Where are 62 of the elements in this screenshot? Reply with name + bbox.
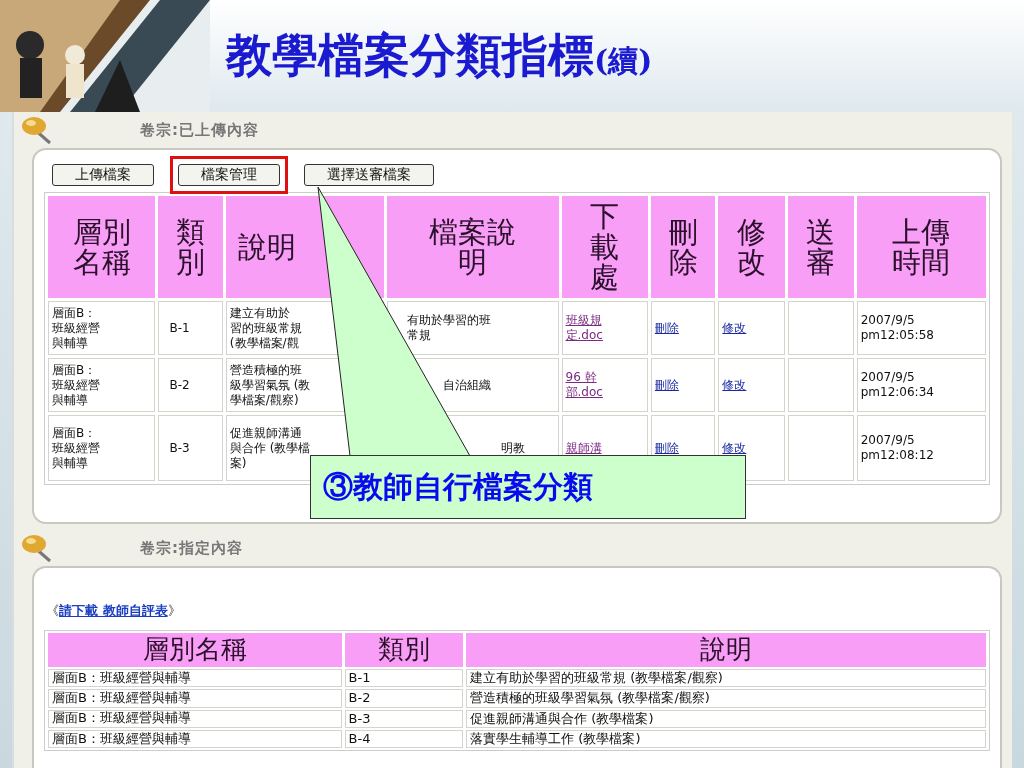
edit-link[interactable]: 修改 <box>722 320 747 336</box>
section-heading: 卷宗:指定內容 <box>140 538 243 558</box>
table-cell: 營造積極的班級學習氣氛 (教學檔案/觀察) <box>466 689 986 708</box>
file-link[interactable]: 親師溝 <box>565 440 606 456</box>
column-header: 類別 <box>175 216 207 278</box>
table-cell-text: 層面B：班級經營與輔導 <box>52 425 101 471</box>
column-header: 檔案說明 <box>428 216 518 278</box>
table-cell: 促進親師溝通與合作 (教學檔案) <box>466 709 986 728</box>
column-header: 下載處 <box>589 201 621 293</box>
callout-box: ③教師自行檔案分類 <box>310 455 746 519</box>
table-cell: 層面B：班級經營與輔導 <box>48 689 342 708</box>
table-cell: B-4 <box>344 729 464 748</box>
table-cell-text: 層面B：班級經營與輔導 <box>52 305 101 351</box>
table-cell: 層面B：班級經營與輔導 <box>48 669 342 688</box>
table-cell: 層面B：班級經營與輔導 <box>48 709 342 728</box>
section-heading: 卷宗:已上傳內容 <box>140 120 259 140</box>
table-cell-text: 2007/9/5 pm12:05:58 <box>860 313 935 343</box>
column-header: 層別名稱 <box>48 633 342 667</box>
toolbar-button[interactable]: 上傳檔案 <box>52 164 154 186</box>
toolbar-button[interactable]: 選擇送審檔案 <box>304 164 434 186</box>
table-cell: B-1 <box>344 669 464 688</box>
cell-text-line: (教學檔案/觀 <box>229 335 300 351</box>
table-cell: B-2 <box>158 358 223 412</box>
edit-link[interactable]: 修改 <box>722 440 747 456</box>
table-cell: 層面B：班級經營與輔導 <box>48 729 342 748</box>
cell-text-line: 常規 <box>406 328 432 343</box>
download-prompt: 《請下載 教師自評表》 <box>46 602 182 620</box>
delete-link[interactable]: 刪除 <box>654 377 679 393</box>
cell-text-line: 明教 <box>500 440 526 456</box>
table-cell: 落實學生輔導工作 (教學檔案) <box>466 729 986 748</box>
cell-text-line: 級學習氣氛 (教 <box>229 377 312 393</box>
cell-text-line: 促進親師溝通 <box>229 425 303 441</box>
column-header: 上傳時間 <box>891 216 952 278</box>
column-header: 送審 <box>805 216 837 278</box>
delete-link[interactable]: 刪除 <box>654 320 679 336</box>
cell-text-line: 營造積極的班 <box>229 362 303 378</box>
cell-text-line: 習的班級常規 <box>229 320 303 336</box>
column-header: 刪除 <box>667 216 699 278</box>
table-cell: B-3 <box>158 415 223 481</box>
table-cell-text: 2007/9/5 pm12:08:12 <box>860 433 935 463</box>
cell-text-line: 自治組織 <box>442 377 492 393</box>
column-header: 說明 <box>466 633 986 667</box>
delete-link[interactable]: 刪除 <box>654 440 679 456</box>
column-header: 修改 <box>735 216 767 278</box>
cell-text-line: 有助於學習的班 <box>406 313 492 328</box>
cell-text-line: 學檔案/觀察) <box>229 392 300 408</box>
table-cell-text: 層面B：班級經營與輔導 <box>52 362 101 408</box>
download-link[interactable]: 請下載 教師自評表 <box>59 603 168 618</box>
table-cell: B-3 <box>344 709 464 728</box>
column-header: 類別 <box>344 633 464 667</box>
slide-title: 教學檔案分類指標(續) <box>226 27 653 84</box>
column-header: 層別名稱 <box>71 216 132 278</box>
cell-text-line: 與合作 (教學檔 <box>229 440 312 456</box>
cell-text-line: 案) <box>229 455 248 471</box>
cell-text-line: 建立有助於 <box>229 305 291 321</box>
table-cell: 建立有助於學習的班級常規 (教學檔案/觀察) <box>466 669 986 688</box>
edit-link[interactable]: 修改 <box>722 377 747 393</box>
table-cell: B-1 <box>158 301 223 355</box>
column-header: 說明 <box>237 231 297 263</box>
table-cell: B-2 <box>344 689 464 708</box>
toolbar-button[interactable]: 檔案管理 <box>178 164 280 186</box>
table-cell-text: 2007/9/5 pm12:06:34 <box>860 370 935 400</box>
